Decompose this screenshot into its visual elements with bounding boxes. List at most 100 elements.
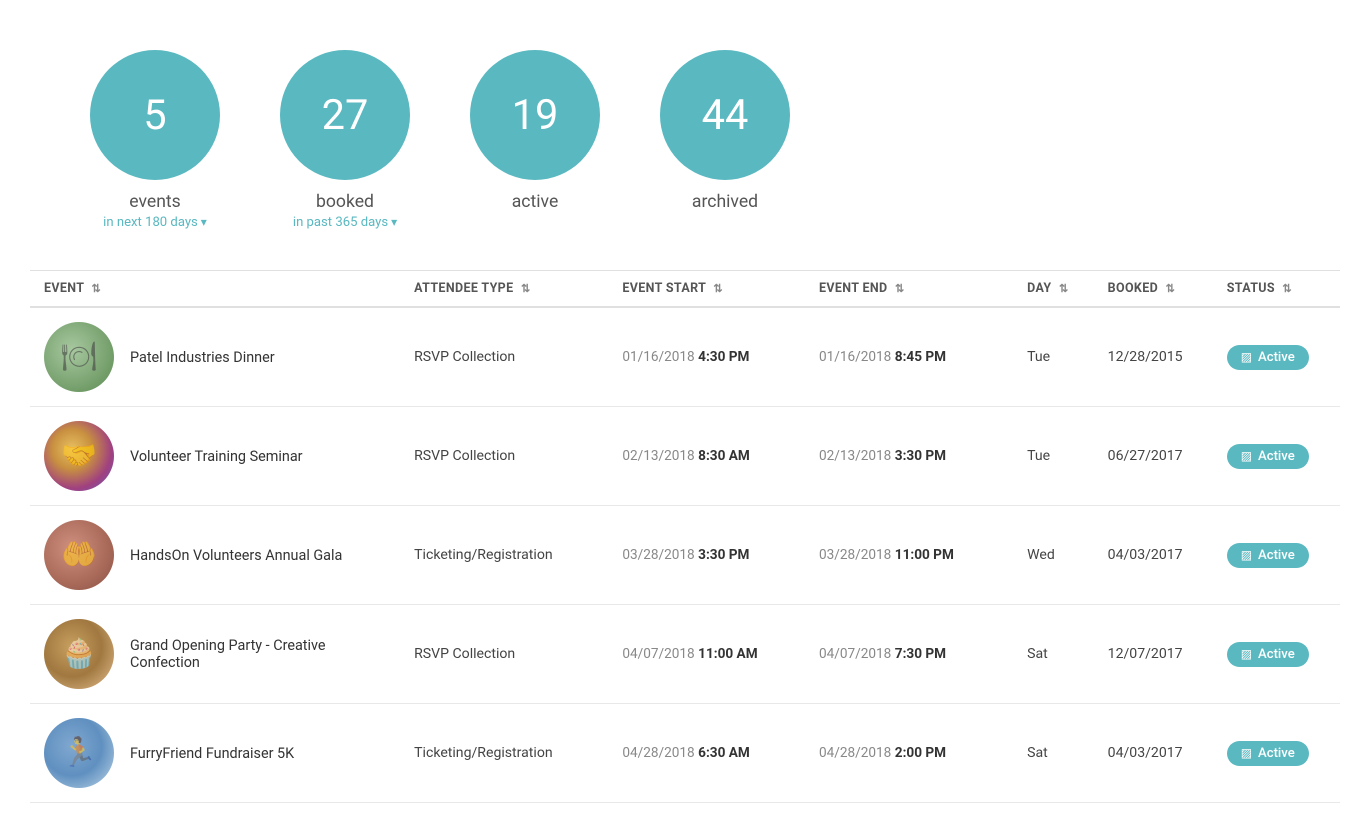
stat-circle-booked: 27 bbox=[280, 50, 410, 180]
table-row[interactable]: 🤲 HandsOn Volunteers Annual Gala Ticketi… bbox=[30, 506, 1340, 605]
event-end-time: 3:30 PM bbox=[895, 448, 946, 464]
thumb-icon: 🧁 bbox=[61, 637, 97, 671]
col-header-event[interactable]: EVENT ⇅ bbox=[30, 271, 400, 308]
event-booked-cell: 12/07/2017 bbox=[1094, 605, 1213, 704]
table-row[interactable]: 🧁 Grand Opening Party - Creative Confect… bbox=[30, 605, 1340, 704]
event-day-cell: Tue bbox=[1013, 407, 1094, 506]
stat-label-archived: archived bbox=[692, 192, 758, 212]
status-badge[interactable]: Active bbox=[1227, 741, 1309, 766]
table-body: 🍽 Patel Industries Dinner RSVP Collectio… bbox=[30, 307, 1340, 803]
event-start-time: 3:30 PM bbox=[698, 547, 749, 563]
sort-icon-event: ⇅ bbox=[92, 282, 102, 295]
event-name: Volunteer Training Seminar bbox=[130, 448, 303, 465]
event-end-date: 03/28/2018 bbox=[819, 547, 891, 563]
stat-label-booked: booked bbox=[316, 192, 374, 212]
stat-events: 5eventsin next 180 days bbox=[90, 50, 220, 230]
event-start-cell: 01/16/2018 4:30 PM bbox=[608, 307, 805, 407]
table-row[interactable]: 🍽 Patel Industries Dinner RSVP Collectio… bbox=[30, 307, 1340, 407]
sort-icon-start: ⇅ bbox=[713, 282, 723, 295]
col-header-attendee[interactable]: ATTENDEE TYPE ⇅ bbox=[400, 271, 608, 308]
stat-circle-active: 19 bbox=[470, 50, 600, 180]
event-start-cell: 04/28/2018 6:30 AM bbox=[608, 704, 805, 803]
event-booked-cell: 04/03/2017 bbox=[1094, 704, 1213, 803]
event-start-date: 02/13/2018 bbox=[622, 448, 694, 464]
event-end-cell: 03/28/2018 11:00 PM bbox=[805, 506, 1013, 605]
event-cell: 🍽 Patel Industries Dinner bbox=[30, 307, 400, 407]
event-status-cell: Active bbox=[1213, 605, 1340, 704]
col-header-status[interactable]: STATUS ⇅ bbox=[1213, 271, 1340, 308]
event-end-date: 04/07/2018 bbox=[819, 646, 891, 662]
stat-sublabel-events[interactable]: in next 180 days bbox=[103, 215, 207, 230]
stat-archived: 44archived bbox=[660, 50, 790, 212]
event-status-cell: Active bbox=[1213, 407, 1340, 506]
status-badge[interactable]: Active bbox=[1227, 345, 1309, 370]
event-start-cell: 02/13/2018 8:30 AM bbox=[608, 407, 805, 506]
event-cell: 🤝 Volunteer Training Seminar bbox=[30, 407, 400, 506]
sort-icon-end: ⇅ bbox=[895, 282, 905, 295]
event-end-cell: 02/13/2018 3:30 PM bbox=[805, 407, 1013, 506]
event-day-cell: Sat bbox=[1013, 605, 1094, 704]
attendee-type-cell: Ticketing/Registration bbox=[400, 704, 608, 803]
header-row: EVENT ⇅ ATTENDEE TYPE ⇅ EVENT START ⇅ EV… bbox=[30, 271, 1340, 308]
event-name: Patel Industries Dinner bbox=[130, 349, 275, 366]
attendee-type-cell: Ticketing/Registration bbox=[400, 506, 608, 605]
attendee-type-cell: RSVP Collection bbox=[400, 605, 608, 704]
table-row[interactable]: 🤝 Volunteer Training Seminar RSVP Collec… bbox=[30, 407, 1340, 506]
status-badge[interactable]: Active bbox=[1227, 543, 1309, 568]
event-booked-cell: 06/27/2017 bbox=[1094, 407, 1213, 506]
event-cell: 🧁 Grand Opening Party - Creative Confect… bbox=[30, 605, 400, 704]
stat-active: 19active bbox=[470, 50, 600, 212]
event-day-cell: Wed bbox=[1013, 506, 1094, 605]
event-start-cell: 03/28/2018 3:30 PM bbox=[608, 506, 805, 605]
status-badge[interactable]: Active bbox=[1227, 444, 1309, 469]
event-start-time: 8:30 AM bbox=[698, 448, 750, 464]
event-start-cell: 04/07/2018 11:00 AM bbox=[608, 605, 805, 704]
event-end-cell: 04/28/2018 2:00 PM bbox=[805, 704, 1013, 803]
col-header-end[interactable]: EVENT END ⇅ bbox=[805, 271, 1013, 308]
event-day-cell: Sat bbox=[1013, 704, 1094, 803]
event-end-time: 11:00 PM bbox=[895, 547, 954, 563]
sort-icon-day: ⇅ bbox=[1059, 282, 1069, 295]
sort-icon-status: ⇅ bbox=[1282, 282, 1292, 295]
event-thumbnail: 🤝 bbox=[44, 421, 114, 491]
event-end-time: 7:30 PM bbox=[895, 646, 946, 662]
event-name: Grand Opening Party - Creative Confectio… bbox=[130, 637, 386, 671]
col-header-day[interactable]: DAY ⇅ bbox=[1013, 271, 1094, 308]
event-start-time: 6:30 AM bbox=[698, 745, 750, 761]
events-table: EVENT ⇅ ATTENDEE TYPE ⇅ EVENT START ⇅ EV… bbox=[30, 270, 1340, 803]
attendee-type-cell: RSVP Collection bbox=[400, 407, 608, 506]
sort-icon-attendee: ⇅ bbox=[521, 282, 531, 295]
stats-row: 5eventsin next 180 days 27 booked in past 3… bbox=[30, 50, 1340, 230]
event-status-cell: Active bbox=[1213, 704, 1340, 803]
col-header-booked[interactable]: BOOKED ⇅ bbox=[1094, 271, 1213, 308]
event-end-cell: 01/16/2018 8:45 PM bbox=[805, 307, 1013, 407]
event-thumbnail: 🍽 bbox=[44, 322, 114, 392]
col-header-start[interactable]: EVENT START ⇅ bbox=[608, 271, 805, 308]
event-end-date: 02/13/2018 bbox=[819, 448, 891, 464]
stat-sublabel-booked[interactable]: in past 365 days bbox=[293, 215, 397, 230]
event-booked-cell: 12/28/2015 bbox=[1094, 307, 1213, 407]
table-header: EVENT ⇅ ATTENDEE TYPE ⇅ EVENT START ⇅ EV… bbox=[30, 271, 1340, 308]
stat-booked: 27 booked in past 365 days bbox=[280, 50, 410, 230]
event-day-cell: Tue bbox=[1013, 307, 1094, 407]
event-status-cell: Active bbox=[1213, 506, 1340, 605]
event-end-date: 01/16/2018 bbox=[819, 349, 891, 365]
thumb-icon: 🤲 bbox=[61, 538, 97, 572]
attendee-type-cell: RSVP Collection bbox=[400, 307, 608, 407]
event-start-time: 11:00 AM bbox=[698, 646, 757, 662]
thumb-icon: 🍽 bbox=[61, 340, 98, 374]
event-thumbnail: 🧁 bbox=[44, 619, 114, 689]
event-status-cell: Active bbox=[1213, 307, 1340, 407]
status-badge[interactable]: Active bbox=[1227, 642, 1309, 667]
event-end-time: 8:45 PM bbox=[895, 349, 946, 365]
stat-circle-events: 5 bbox=[90, 50, 220, 180]
event-booked-cell: 04/03/2017 bbox=[1094, 506, 1213, 605]
event-start-time: 4:30 PM bbox=[698, 349, 749, 365]
event-thumbnail: 🤲 bbox=[44, 520, 114, 590]
table-row[interactable]: 🏃 FurryFriend Fundraiser 5K Ticketing/Re… bbox=[30, 704, 1340, 803]
sort-icon-booked: ⇅ bbox=[1166, 282, 1176, 295]
event-name: HandsOn Volunteers Annual Gala bbox=[130, 547, 342, 564]
thumb-icon: 🤝 bbox=[61, 439, 97, 473]
event-end-cell: 04/07/2018 7:30 PM bbox=[805, 605, 1013, 704]
event-cell: 🏃 FurryFriend Fundraiser 5K bbox=[30, 704, 400, 803]
